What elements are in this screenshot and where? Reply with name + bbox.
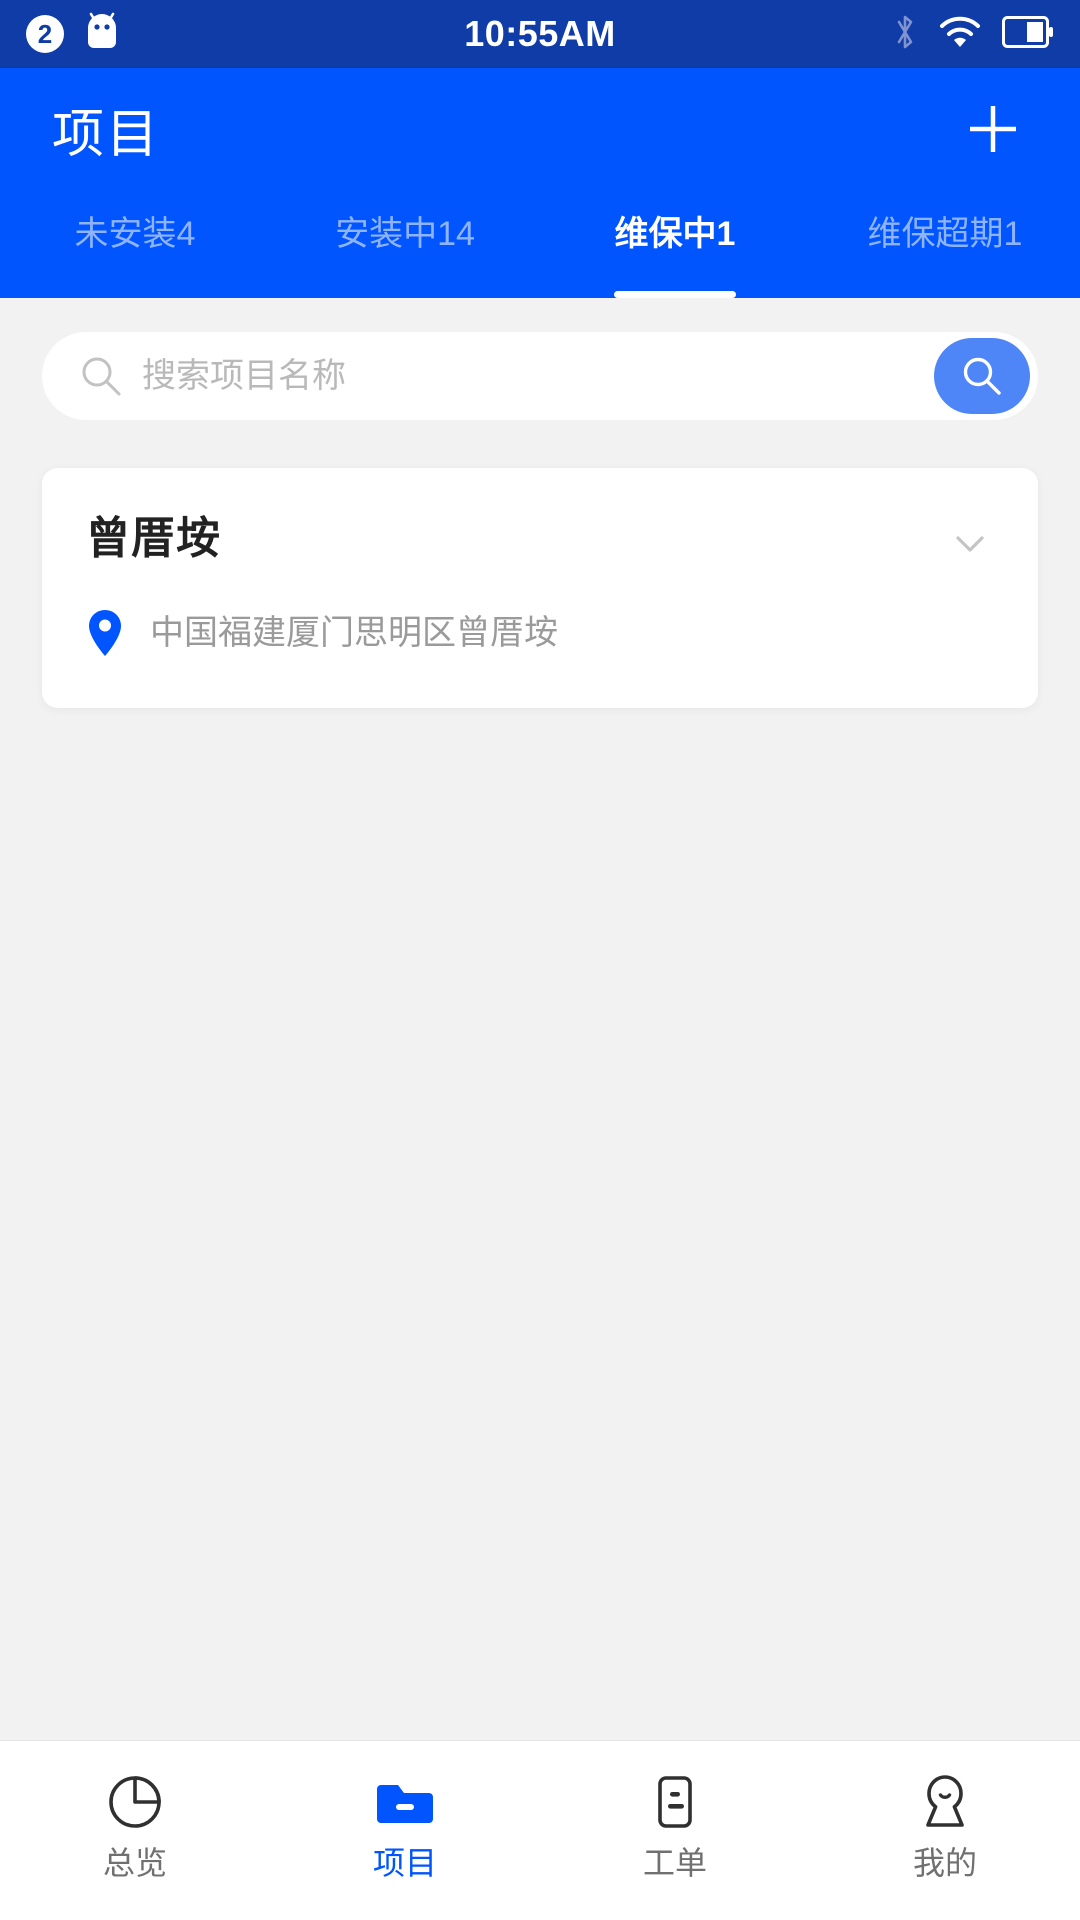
status-bar-left: 2 xyxy=(26,10,122,59)
nav-work-orders[interactable]: 工单 xyxy=(540,1741,810,1920)
project-card[interactable]: 曾厝垵 中国福建厦门思明区曾厝垵 xyxy=(42,468,1038,708)
nav-label: 我的 xyxy=(912,1844,977,1881)
search-bar[interactable] xyxy=(42,332,1038,420)
battery-icon xyxy=(1002,15,1054,53)
tab-label: 未安装4 xyxy=(74,215,196,253)
header-top-bar: 项目 xyxy=(0,68,1080,190)
wifi-icon xyxy=(938,15,982,54)
tab-installing[interactable]: 安装中14 xyxy=(270,214,540,298)
search-section xyxy=(0,298,1080,420)
project-card-header: 曾厝垵 xyxy=(86,514,994,568)
add-project-button[interactable] xyxy=(958,94,1028,164)
bottom-navigation: 总览 项目 工单 我的 xyxy=(0,1740,1080,1920)
tab-maintenance-overdue[interactable]: 维保超期1 xyxy=(810,214,1080,298)
search-submit-button[interactable] xyxy=(934,338,1030,414)
tab-label: 维保超期1 xyxy=(867,215,1023,253)
tab-label: 安装中14 xyxy=(335,215,475,253)
person-icon xyxy=(914,1771,976,1833)
status-bar: 2 10:55AM xyxy=(0,0,1080,68)
plus-icon xyxy=(970,106,1016,152)
main-content: 曾厝垵 中国福建厦门思明区曾厝垵 xyxy=(0,298,1080,1740)
bluetooth-icon xyxy=(892,12,918,57)
nav-label: 总览 xyxy=(102,1844,167,1881)
status-bar-right xyxy=(892,12,1054,57)
chevron-down-icon xyxy=(956,536,984,552)
android-robot-icon xyxy=(82,10,122,59)
notification-count-badge: 2 xyxy=(26,15,64,53)
location-pin-icon xyxy=(86,608,124,658)
nav-overview[interactable]: 总览 xyxy=(0,1741,270,1920)
tab-maintenance[interactable]: 维保中1 xyxy=(540,214,810,298)
page-title: 项目 xyxy=(52,105,161,164)
nav-label: 工单 xyxy=(642,1844,707,1881)
nav-profile[interactable]: 我的 xyxy=(810,1741,1080,1920)
nav-label: 项目 xyxy=(372,1844,437,1881)
tab-label: 维保中1 xyxy=(614,215,736,253)
app-header: 项目 未安装4 安装中14 维保中1 维保超期1 xyxy=(0,68,1080,298)
tab-not-installed[interactable]: 未安装4 xyxy=(0,214,270,298)
work-order-icon xyxy=(644,1771,706,1833)
project-address: 中国福建厦门思明区曾厝垵 xyxy=(150,613,558,652)
app-screen: 2 10:55AM 项目 未安装4 安装中14 维保中1 维保超期1 搜索项目名… xyxy=(0,0,1080,1920)
pie-chart-icon xyxy=(104,1771,166,1833)
search-input[interactable] xyxy=(142,332,1038,420)
project-list: 曾厝垵 中国福建厦门思明区曾厝垵 xyxy=(0,420,1080,708)
nav-projects[interactable]: 项目 xyxy=(270,1741,540,1920)
project-address-row: 中国福建厦门思明区曾厝垵 xyxy=(86,608,994,658)
project-name: 曾厝垵 xyxy=(86,514,221,563)
search-icon xyxy=(963,357,1001,395)
search-icon xyxy=(78,353,124,399)
status-tabs: 未安装4 安装中14 维保中1 维保超期1 xyxy=(0,190,1080,298)
tab-underline xyxy=(614,291,736,298)
project-expand-button[interactable] xyxy=(946,514,994,568)
folder-icon xyxy=(374,1771,436,1833)
